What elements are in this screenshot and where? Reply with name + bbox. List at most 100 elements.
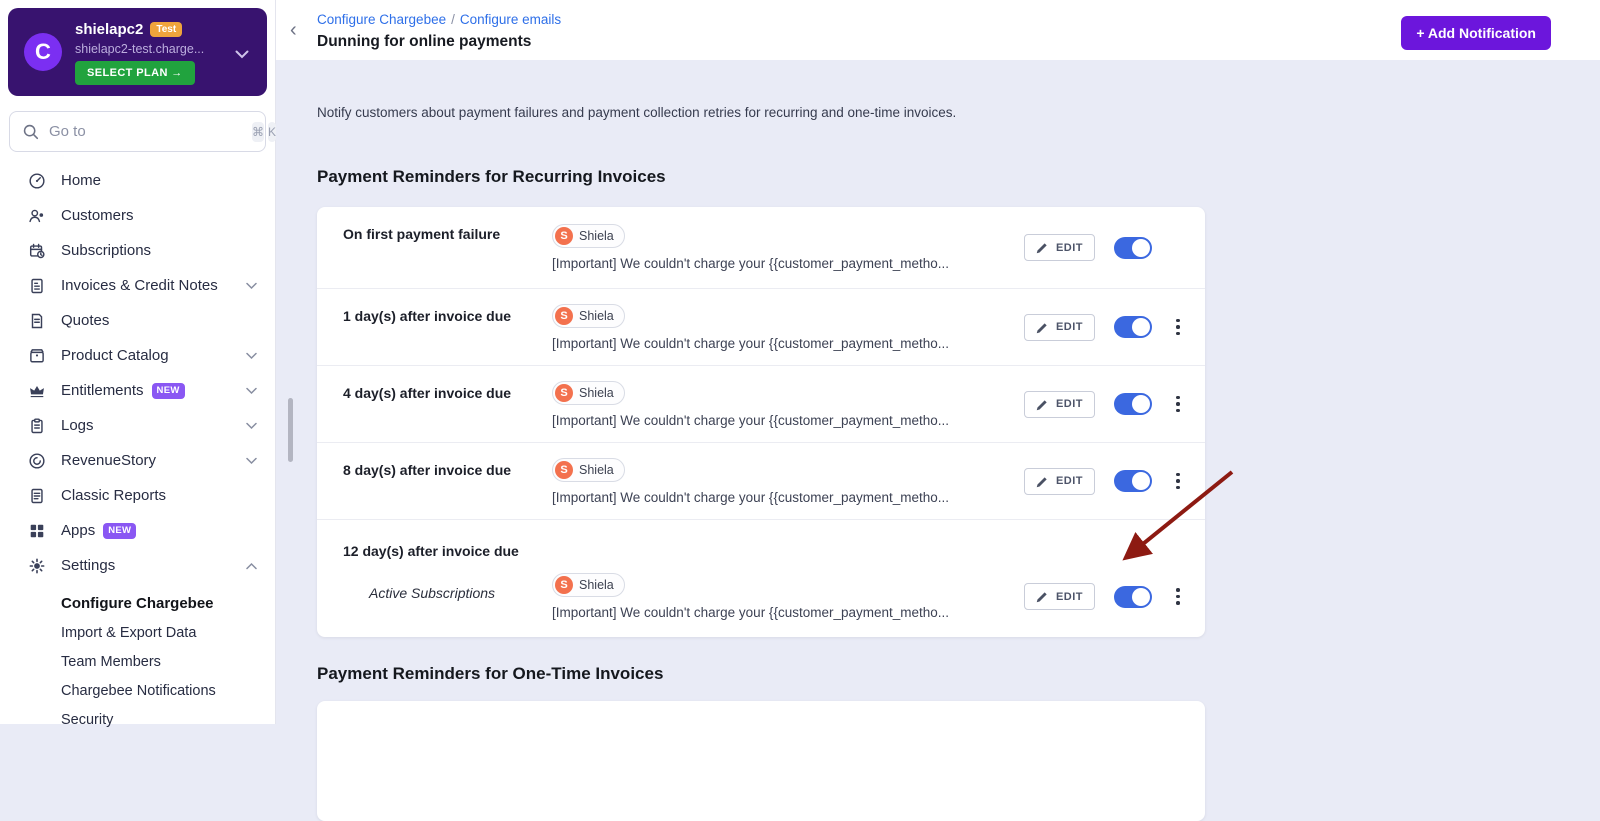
kebab-menu-icon[interactable] (1171, 588, 1185, 605)
sidebar-item-label: Settings (61, 557, 115, 574)
sidebar-item-label: Product Catalog (61, 347, 169, 364)
test-env-badge: Test (150, 22, 182, 37)
trigger-label: 4 day(s) after invoice due (317, 383, 552, 403)
product-catalog-icon (28, 347, 46, 365)
sidebar-item-label: Quotes (61, 312, 109, 329)
edit-button[interactable]: EDIT (1024, 234, 1095, 261)
sender-badge: S Shiela (552, 304, 625, 328)
settings-submenu: Configure Chargebee Import & Export Data… (0, 589, 275, 734)
notification-row-1-day: 1 day(s) after invoice due S Shiela [Imp… (317, 288, 1205, 365)
breadcrumb-link-configure-chargebee[interactable]: Configure Chargebee (317, 12, 446, 27)
sidebar-subitem-configure-chargebee[interactable]: Configure Chargebee (0, 589, 275, 618)
sidebar-item-product-catalog[interactable]: Product Catalog (0, 338, 275, 373)
cmd-key-badge: ⌘ (252, 122, 264, 142)
search-icon (22, 123, 40, 141)
sidebar-subitem-import-export[interactable]: Import & Export Data (0, 618, 275, 647)
trigger-label: On first payment failure (317, 224, 552, 244)
recurring-reminders-card: On first payment failure S Shiela [Impor… (317, 207, 1205, 637)
sidebar-subitem-security[interactable]: Security (0, 705, 275, 734)
sidebar-item-quotes[interactable]: Quotes (0, 303, 275, 338)
email-subject-preview: [Important] We couldn't charge your {{cu… (552, 490, 1024, 505)
notification-row-12-days: 12 day(s) after invoice due Active Subsc… (317, 519, 1205, 637)
sidebar-item-label: Classic Reports (61, 487, 166, 504)
kebab-menu-icon[interactable] (1171, 396, 1185, 413)
sidebar-scrollbar-thumb[interactable] (288, 398, 293, 462)
account-domain: shielapc2-test.charge... (75, 42, 204, 56)
kebab-menu-icon[interactable] (1171, 473, 1185, 490)
add-notification-button[interactable]: + Add Notification (1401, 16, 1551, 50)
sidebar-item-settings[interactable]: Settings (0, 548, 275, 583)
toggle-switch-on[interactable] (1114, 237, 1152, 259)
reports-document-icon (28, 487, 46, 505)
pencil-icon (1036, 398, 1049, 411)
pencil-icon (1036, 590, 1049, 603)
plan-scope-label: Active Subscriptions (317, 583, 552, 603)
sender-badge: S Shiela (552, 458, 625, 482)
breadcrumb-separator: / (451, 12, 455, 27)
sidebar-item-apps[interactable]: Apps NEW (0, 513, 275, 548)
quotes-icon (28, 312, 46, 330)
sidebar-subitem-team-members[interactable]: Team Members (0, 647, 275, 676)
notification-row-4-days: 4 day(s) after invoice due S Shiela [Imp… (317, 365, 1205, 442)
sidebar-item-label: Subscriptions (61, 242, 151, 259)
sender-avatar: S (555, 307, 573, 325)
chevron-down-icon (246, 387, 257, 395)
toggle-switch-on[interactable] (1114, 470, 1152, 492)
edit-button[interactable]: EDIT (1024, 583, 1095, 610)
sender-badge: S Shiela (552, 381, 625, 405)
sidebar-item-revenuestory[interactable]: RevenueStory (0, 443, 275, 478)
sender-name: Shiela (579, 578, 614, 592)
edit-button[interactable]: EDIT (1024, 468, 1095, 495)
sidebar-item-home[interactable]: Home (0, 163, 275, 198)
notification-row-first-payment-failure: On first payment failure S Shiela [Impor… (317, 207, 1205, 288)
select-plan-button[interactable]: SELECT PLAN → (75, 61, 195, 85)
chevron-down-icon[interactable] (235, 46, 249, 64)
email-subject-preview: [Important] We couldn't charge your {{cu… (552, 605, 1024, 620)
sender-badge: S Shiela (552, 573, 625, 597)
sender-badge: S Shiela (552, 224, 625, 248)
sender-name: Shiela (579, 309, 614, 323)
email-subject-preview: [Important] We couldn't charge your {{cu… (552, 413, 1024, 428)
sidebar-item-logs[interactable]: Logs (0, 408, 275, 443)
account-card[interactable]: C shielapc2 Test shielapc2-test.charge..… (8, 8, 267, 96)
apps-grid-icon (28, 522, 46, 540)
edit-button[interactable]: EDIT (1024, 391, 1095, 418)
breadcrumb-link-configure-emails[interactable]: Configure emails (460, 12, 561, 27)
toggle-switch-on[interactable] (1114, 316, 1152, 338)
global-search[interactable]: ⌘ K (9, 111, 266, 152)
sidebar-item-invoices[interactable]: Invoices & Credit Notes (0, 268, 275, 303)
sidebar-item-subscriptions[interactable]: Subscriptions (0, 233, 275, 268)
subscriptions-calendar-icon (28, 242, 46, 260)
sender-name: Shiela (579, 229, 614, 243)
dashboard-gauge-icon (28, 172, 46, 190)
pencil-icon (1036, 321, 1049, 334)
revenuestory-icon (28, 452, 46, 470)
chevron-down-icon (246, 352, 257, 360)
sidebar-item-label: Invoices & Credit Notes (61, 277, 218, 294)
sender-avatar: S (555, 576, 573, 594)
sidebar-item-entitlements[interactable]: Entitlements NEW (0, 373, 275, 408)
section-heading-recurring: Payment Reminders for Recurring Invoices (317, 167, 666, 187)
one-time-reminders-card (317, 701, 1205, 821)
chevron-down-icon (246, 457, 257, 465)
toggle-switch-on[interactable] (1114, 393, 1152, 415)
sender-avatar: S (555, 384, 573, 402)
edit-button[interactable]: EDIT (1024, 314, 1095, 341)
toggle-switch-on[interactable] (1114, 586, 1152, 608)
sender-name: Shiela (579, 386, 614, 400)
search-input[interactable] (49, 123, 248, 140)
chevron-down-icon (246, 282, 257, 290)
back-chevron-icon[interactable]: ‹ (290, 20, 297, 40)
new-badge: NEW (152, 383, 185, 399)
sidebar-item-classic-reports[interactable]: Classic Reports (0, 478, 275, 513)
pencil-icon (1036, 475, 1049, 488)
invoice-icon (28, 277, 46, 295)
kebab-menu-icon[interactable] (1171, 319, 1185, 336)
breadcrumb: Configure Chargebee / Configure emails (317, 12, 561, 27)
page-header: ‹ Configure Chargebee/Configure emails D… (276, 0, 1600, 60)
sidebar-item-customers[interactable]: Customers (0, 198, 275, 233)
trigger-label: 12 day(s) after invoice due (317, 520, 1205, 559)
sidebar-subitem-chargebee-notifications[interactable]: Chargebee Notifications (0, 676, 275, 705)
email-subject-preview: [Important] We couldn't charge your {{cu… (552, 256, 1024, 271)
page-description: Notify customers about payment failures … (317, 105, 956, 120)
